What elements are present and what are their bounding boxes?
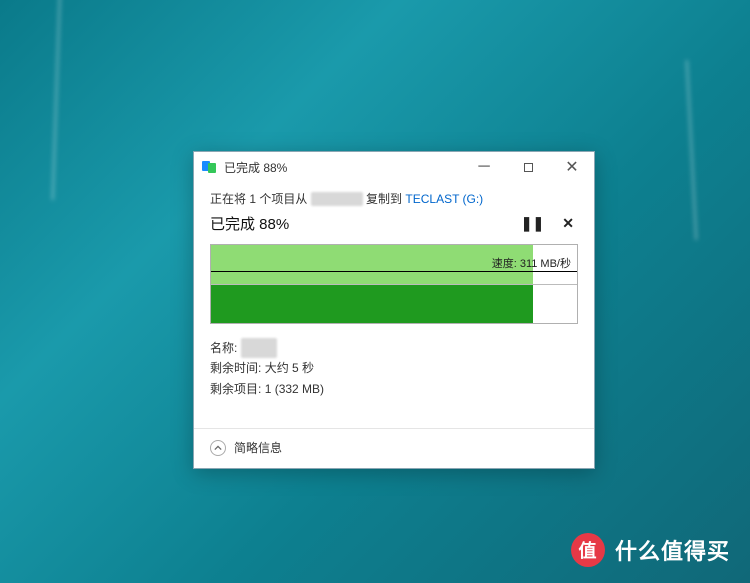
window-title: 已完成 88% (224, 159, 462, 176)
detail-items-row: 剩余项目: 1 (332 MB) (210, 379, 578, 399)
minimize-button[interactable]: ─ (462, 152, 506, 182)
watermark-badge: 值 (571, 533, 605, 567)
speed-value: 311 MB/秒 (520, 258, 571, 270)
source-prefix: 正在将 1 个项目从 (210, 192, 307, 206)
operation-description: 正在将 1 个项目从 xxxx 复制到 TECLAST (G:) (210, 190, 578, 207)
items-label: 剩余项目: (210, 382, 261, 396)
speed-graph: 速度: 311 MB/秒 (210, 244, 578, 324)
detail-time-row: 剩余时间: 大约 5 秒 (210, 358, 578, 378)
watermark: 值 什么值得买 (571, 533, 730, 567)
close-button[interactable]: ✕ (550, 152, 594, 182)
cancel-button[interactable]: ✕ (562, 215, 574, 232)
headline-row: 已完成 88% ❚❚ ✕ (210, 213, 578, 234)
name-label: 名称: (210, 341, 237, 355)
source-mid: 复制到 (366, 192, 402, 206)
progress-headline: 已完成 88% (210, 213, 289, 234)
destination-link[interactable]: TECLAST (G:) (405, 192, 483, 206)
speed-indicator-line (211, 271, 577, 272)
maximize-button[interactable] (506, 152, 550, 182)
chevron-up-icon[interactable] (210, 440, 226, 456)
operation-controls: ❚❚ ✕ (521, 215, 574, 232)
titlebar: 已完成 88% ─ ✕ (194, 152, 594, 182)
items-value: 1 (332 MB) (265, 382, 324, 396)
source-path-redacted: xxxx (311, 192, 363, 206)
copy-operation-icon (202, 159, 218, 175)
dialog-footer: 简略信息 (194, 428, 594, 468)
dialog-content: 正在将 1 个项目从 xxxx 复制到 TECLAST (G:) 已完成 88%… (194, 182, 594, 428)
file-name-redacted: xx (241, 338, 277, 358)
time-value: 大约 5 秒 (265, 361, 314, 375)
speed-label: 速度: 311 MB/秒 (492, 255, 571, 271)
file-copy-dialog: 已完成 88% ─ ✕ 正在将 1 个项目从 xxxx 复制到 TECLAST … (193, 151, 595, 469)
watermark-text: 什么值得买 (615, 534, 730, 566)
window-controls: ─ ✕ (462, 152, 594, 182)
pause-button[interactable]: ❚❚ (521, 215, 544, 232)
graph-lower-fill (211, 284, 533, 323)
details-block: 名称: xx 剩余时间: 大约 5 秒 剩余项目: 1 (332 MB) (210, 338, 578, 399)
graph-midline (211, 284, 577, 285)
detail-name-row: 名称: xx (210, 338, 578, 358)
time-label: 剩余时间: (210, 361, 261, 375)
details-toggle-label[interactable]: 简略信息 (234, 439, 282, 456)
graph-upper-fill (211, 245, 533, 284)
